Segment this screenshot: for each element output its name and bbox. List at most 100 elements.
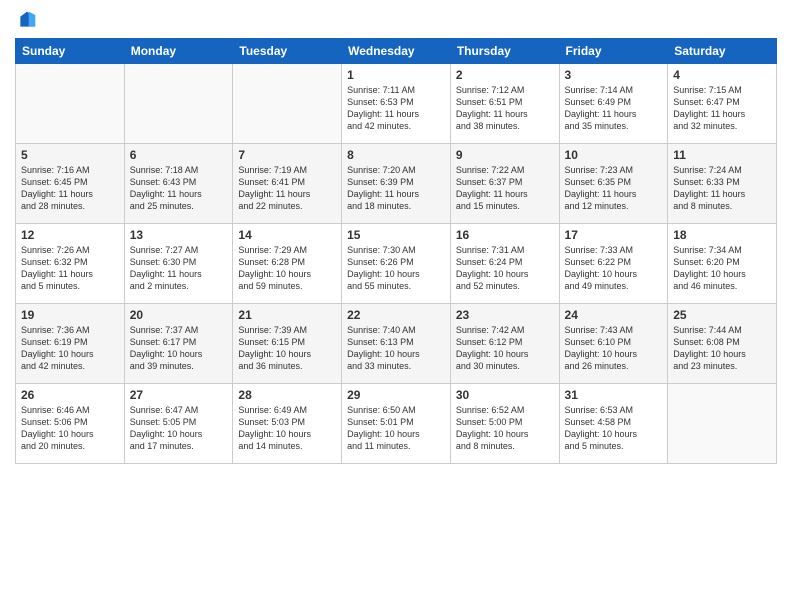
day-content: Sunrise: 7:40 AM Sunset: 6:13 PM Dayligh…	[347, 324, 445, 373]
calendar-cell: 19 Sunrise: 7:36 AM Sunset: 6:19 PM Dayli…	[16, 304, 125, 384]
day-number: 8	[347, 148, 445, 162]
day-content: Sunrise: 7:18 AM Sunset: 6:43 PM Dayligh…	[130, 164, 228, 213]
day-number: 22	[347, 308, 445, 322]
day-number: 2	[456, 68, 554, 82]
calendar-cell: 14 Sunrise: 7:29 AM Sunset: 6:28 PM Dayli…	[233, 224, 342, 304]
calendar-cell: 13 Sunrise: 7:27 AM Sunset: 6:30 PM Dayli…	[124, 224, 233, 304]
calendar-cell: 15 Sunrise: 7:30 AM Sunset: 6:26 PM Dayli…	[342, 224, 451, 304]
weekday-header-tuesday: Tuesday	[233, 39, 342, 64]
day-number: 1	[347, 68, 445, 82]
weekday-header-monday: Monday	[124, 39, 233, 64]
day-content: Sunrise: 7:44 AM Sunset: 6:08 PM Dayligh…	[673, 324, 771, 373]
day-content: Sunrise: 6:49 AM Sunset: 5:03 PM Dayligh…	[238, 404, 336, 453]
day-content: Sunrise: 7:11 AM Sunset: 6:53 PM Dayligh…	[347, 84, 445, 133]
day-number: 23	[456, 308, 554, 322]
day-number: 7	[238, 148, 336, 162]
day-content: Sunrise: 7:34 AM Sunset: 6:20 PM Dayligh…	[673, 244, 771, 293]
calendar-cell: 29 Sunrise: 6:50 AM Sunset: 5:01 PM Dayli…	[342, 384, 451, 464]
day-number: 28	[238, 388, 336, 402]
day-content: Sunrise: 7:37 AM Sunset: 6:17 PM Dayligh…	[130, 324, 228, 373]
day-number: 26	[21, 388, 119, 402]
day-content: Sunrise: 7:19 AM Sunset: 6:41 PM Dayligh…	[238, 164, 336, 213]
day-content: Sunrise: 7:26 AM Sunset: 6:32 PM Dayligh…	[21, 244, 119, 293]
day-content: Sunrise: 7:23 AM Sunset: 6:35 PM Dayligh…	[565, 164, 663, 213]
calendar-cell: 18 Sunrise: 7:34 AM Sunset: 6:20 PM Dayli…	[668, 224, 777, 304]
logo	[15, 10, 37, 30]
calendar-week-row: 26 Sunrise: 6:46 AM Sunset: 5:06 PM Dayli…	[16, 384, 777, 464]
calendar-cell: 28 Sunrise: 6:49 AM Sunset: 5:03 PM Dayli…	[233, 384, 342, 464]
calendar-cell: 1 Sunrise: 7:11 AM Sunset: 6:53 PM Daylig…	[342, 64, 451, 144]
calendar-cell: 9Sunrise: 7:22 AM Sunset: 6:37 PM Daylig…	[450, 144, 559, 224]
calendar-cell: 26 Sunrise: 6:46 AM Sunset: 5:06 PM Dayli…	[16, 384, 125, 464]
day-content: Sunrise: 7:22 AM Sunset: 6:37 PM Dayligh…	[456, 164, 554, 213]
weekday-header-saturday: Saturday	[668, 39, 777, 64]
day-number: 6	[130, 148, 228, 162]
calendar-week-row: 19 Sunrise: 7:36 AM Sunset: 6:19 PM Dayli…	[16, 304, 777, 384]
calendar-cell	[233, 64, 342, 144]
day-number: 15	[347, 228, 445, 242]
weekday-header-friday: Friday	[559, 39, 668, 64]
weekday-header-thursday: Thursday	[450, 39, 559, 64]
day-content: Sunrise: 7:14 AM Sunset: 6:49 PM Dayligh…	[565, 84, 663, 133]
calendar-cell	[668, 384, 777, 464]
day-number: 30	[456, 388, 554, 402]
day-number: 18	[673, 228, 771, 242]
day-content: Sunrise: 7:20 AM Sunset: 6:39 PM Dayligh…	[347, 164, 445, 213]
day-content: Sunrise: 7:24 AM Sunset: 6:33 PM Dayligh…	[673, 164, 771, 213]
day-content: Sunrise: 7:30 AM Sunset: 6:26 PM Dayligh…	[347, 244, 445, 293]
weekday-header-wednesday: Wednesday	[342, 39, 451, 64]
day-number: 14	[238, 228, 336, 242]
calendar-cell: 16 Sunrise: 7:31 AM Sunset: 6:24 PM Dayli…	[450, 224, 559, 304]
day-number: 5	[21, 148, 119, 162]
day-number: 27	[130, 388, 228, 402]
day-number: 16	[456, 228, 554, 242]
calendar-cell: 8 Sunrise: 7:20 AM Sunset: 6:39 PM Daylig…	[342, 144, 451, 224]
day-content: Sunrise: 7:12 AM Sunset: 6:51 PM Dayligh…	[456, 84, 554, 133]
day-content: Sunrise: 7:36 AM Sunset: 6:19 PM Dayligh…	[21, 324, 119, 373]
day-number: 13	[130, 228, 228, 242]
calendar-cell: 20 Sunrise: 7:37 AM Sunset: 6:17 PM Dayli…	[124, 304, 233, 384]
day-content: Sunrise: 6:50 AM Sunset: 5:01 PM Dayligh…	[347, 404, 445, 453]
weekday-header-sunday: Sunday	[16, 39, 125, 64]
day-number: 21	[238, 308, 336, 322]
calendar-cell: 6 Sunrise: 7:18 AM Sunset: 6:43 PM Daylig…	[124, 144, 233, 224]
day-content: Sunrise: 7:16 AM Sunset: 6:45 PM Dayligh…	[21, 164, 119, 213]
calendar-week-row: 5 Sunrise: 7:16 AM Sunset: 6:45 PM Daylig…	[16, 144, 777, 224]
day-content: Sunrise: 7:15 AM Sunset: 6:47 PM Dayligh…	[673, 84, 771, 133]
calendar-week-row: 1 Sunrise: 7:11 AM Sunset: 6:53 PM Daylig…	[16, 64, 777, 144]
calendar-cell	[16, 64, 125, 144]
day-content: Sunrise: 7:29 AM Sunset: 6:28 PM Dayligh…	[238, 244, 336, 293]
calendar-cell: 12Sunrise: 7:26 AM Sunset: 6:32 PM Dayli…	[16, 224, 125, 304]
calendar-cell: 2 Sunrise: 7:12 AM Sunset: 6:51 PM Daylig…	[450, 64, 559, 144]
calendar-table: SundayMondayTuesdayWednesdayThursdayFrid…	[15, 38, 777, 464]
day-content: Sunrise: 7:31 AM Sunset: 6:24 PM Dayligh…	[456, 244, 554, 293]
calendar-cell: 21 Sunrise: 7:39 AM Sunset: 6:15 PM Dayli…	[233, 304, 342, 384]
day-number: 31	[565, 388, 663, 402]
day-number: 11	[673, 148, 771, 162]
calendar-cell: 25 Sunrise: 7:44 AM Sunset: 6:08 PM Dayli…	[668, 304, 777, 384]
calendar-cell: 11 Sunrise: 7:24 AM Sunset: 6:33 PM Dayli…	[668, 144, 777, 224]
calendar-cell: 23Sunrise: 7:42 AM Sunset: 6:12 PM Dayli…	[450, 304, 559, 384]
logo-icon	[17, 10, 37, 30]
day-content: Sunrise: 7:27 AM Sunset: 6:30 PM Dayligh…	[130, 244, 228, 293]
day-content: Sunrise: 7:39 AM Sunset: 6:15 PM Dayligh…	[238, 324, 336, 373]
day-number: 20	[130, 308, 228, 322]
calendar-cell: 27 Sunrise: 6:47 AM Sunset: 5:05 PM Dayli…	[124, 384, 233, 464]
day-number: 25	[673, 308, 771, 322]
day-content: Sunrise: 7:43 AM Sunset: 6:10 PM Dayligh…	[565, 324, 663, 373]
calendar-cell: 31Sunrise: 6:53 AM Sunset: 4:58 PM Dayli…	[559, 384, 668, 464]
day-number: 24	[565, 308, 663, 322]
day-content: Sunrise: 7:33 AM Sunset: 6:22 PM Dayligh…	[565, 244, 663, 293]
page-header	[15, 10, 777, 30]
day-content: Sunrise: 6:46 AM Sunset: 5:06 PM Dayligh…	[21, 404, 119, 453]
day-number: 3	[565, 68, 663, 82]
day-number: 19	[21, 308, 119, 322]
day-number: 10	[565, 148, 663, 162]
day-content: Sunrise: 6:47 AM Sunset: 5:05 PM Dayligh…	[130, 404, 228, 453]
calendar-cell: 3 Sunrise: 7:14 AM Sunset: 6:49 PM Daylig…	[559, 64, 668, 144]
calendar-cell: 7 Sunrise: 7:19 AM Sunset: 6:41 PM Daylig…	[233, 144, 342, 224]
weekday-header-row: SundayMondayTuesdayWednesdayThursdayFrid…	[16, 39, 777, 64]
calendar-cell: 4Sunrise: 7:15 AM Sunset: 6:47 PM Daylig…	[668, 64, 777, 144]
calendar-cell: 22 Sunrise: 7:40 AM Sunset: 6:13 PM Dayli…	[342, 304, 451, 384]
day-number: 29	[347, 388, 445, 402]
